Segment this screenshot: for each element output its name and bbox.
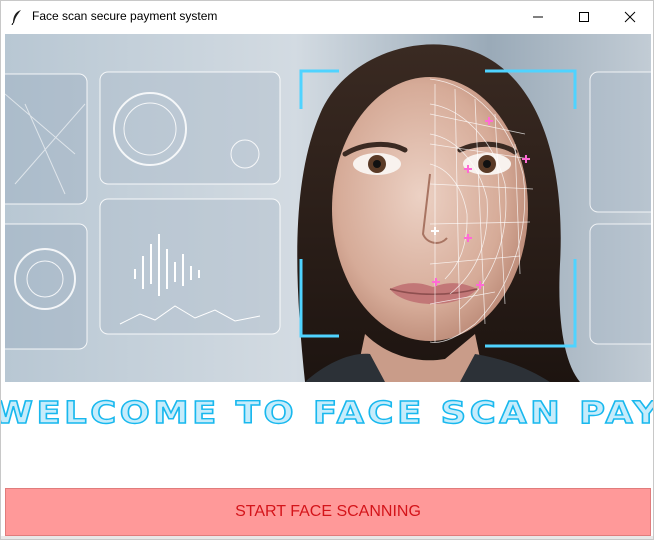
maximize-button[interactable] — [561, 1, 607, 33]
close-button[interactable] — [607, 1, 653, 33]
welcome-banner: WELCOME TO FACE SCAN PAY — [1, 382, 653, 486]
maximize-icon — [579, 12, 589, 22]
hero-image — [5, 34, 651, 382]
minimize-icon — [533, 16, 543, 18]
close-icon — [624, 11, 636, 23]
bottom-edge — [1, 536, 653, 539]
window-title: Face scan secure payment system — [32, 9, 218, 23]
minimize-button[interactable] — [515, 1, 561, 33]
start-face-scanning-button[interactable]: START FACE SCANNING — [5, 488, 651, 536]
title-bar[interactable]: Face scan secure payment system — [1, 1, 653, 33]
app-window: Face scan secure payment system WELCOME … — [0, 0, 654, 540]
face-scan-illustration — [5, 34, 651, 382]
welcome-heading: WELCOME TO FACE SCAN PAY — [0, 396, 654, 431]
feather-icon — [11, 10, 21, 25]
